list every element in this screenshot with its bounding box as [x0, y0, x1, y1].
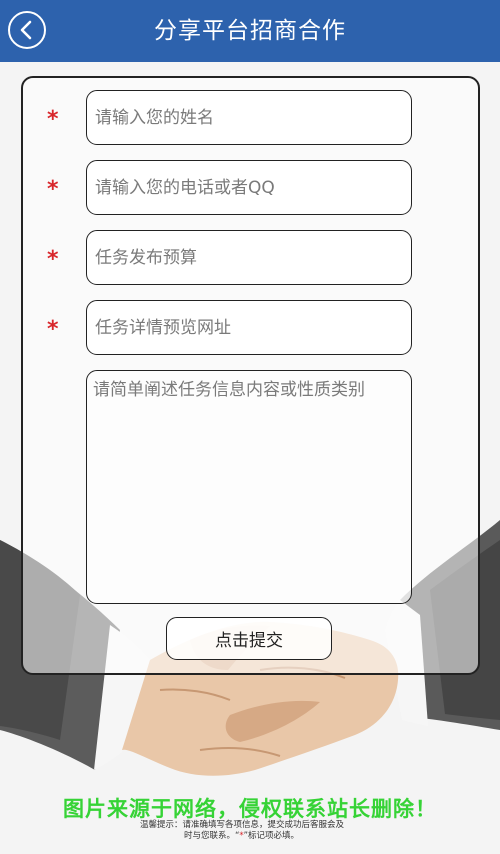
preview-url-input[interactable] — [86, 300, 412, 355]
description-textarea[interactable] — [86, 370, 412, 604]
required-mark: * — [47, 107, 59, 132]
hint-line-2-start: 时与您联系。“ — [184, 831, 240, 841]
name-input[interactable] — [86, 90, 412, 145]
hint-line-1: 温馨提示：请准确填写各项信息，提交成功后客服会及 — [140, 820, 345, 830]
required-mark: * — [47, 317, 59, 342]
app-header: 分享平台招商合作 — [0, 0, 500, 62]
hint-line-2: 时与您联系。“*”标记项必填。 — [140, 831, 380, 842]
watermark-text: 图片来源于网络，侵权联系站长删除！ — [63, 797, 437, 821]
required-mark: * — [47, 177, 59, 202]
page-title: 分享平台招商合作 — [154, 18, 346, 44]
hint-text: 温馨提示：请准确填写各项信息，提交成功后客服会及 时与您联系。“*”标记项必填。 — [140, 820, 380, 842]
required-mark: * — [47, 247, 59, 272]
hint-line-2-end: ”标记项必填。 — [243, 831, 300, 841]
budget-input[interactable] — [86, 230, 412, 285]
phone-qq-input[interactable] — [86, 160, 412, 215]
submit-button[interactable]: 点击提交 — [166, 617, 332, 660]
